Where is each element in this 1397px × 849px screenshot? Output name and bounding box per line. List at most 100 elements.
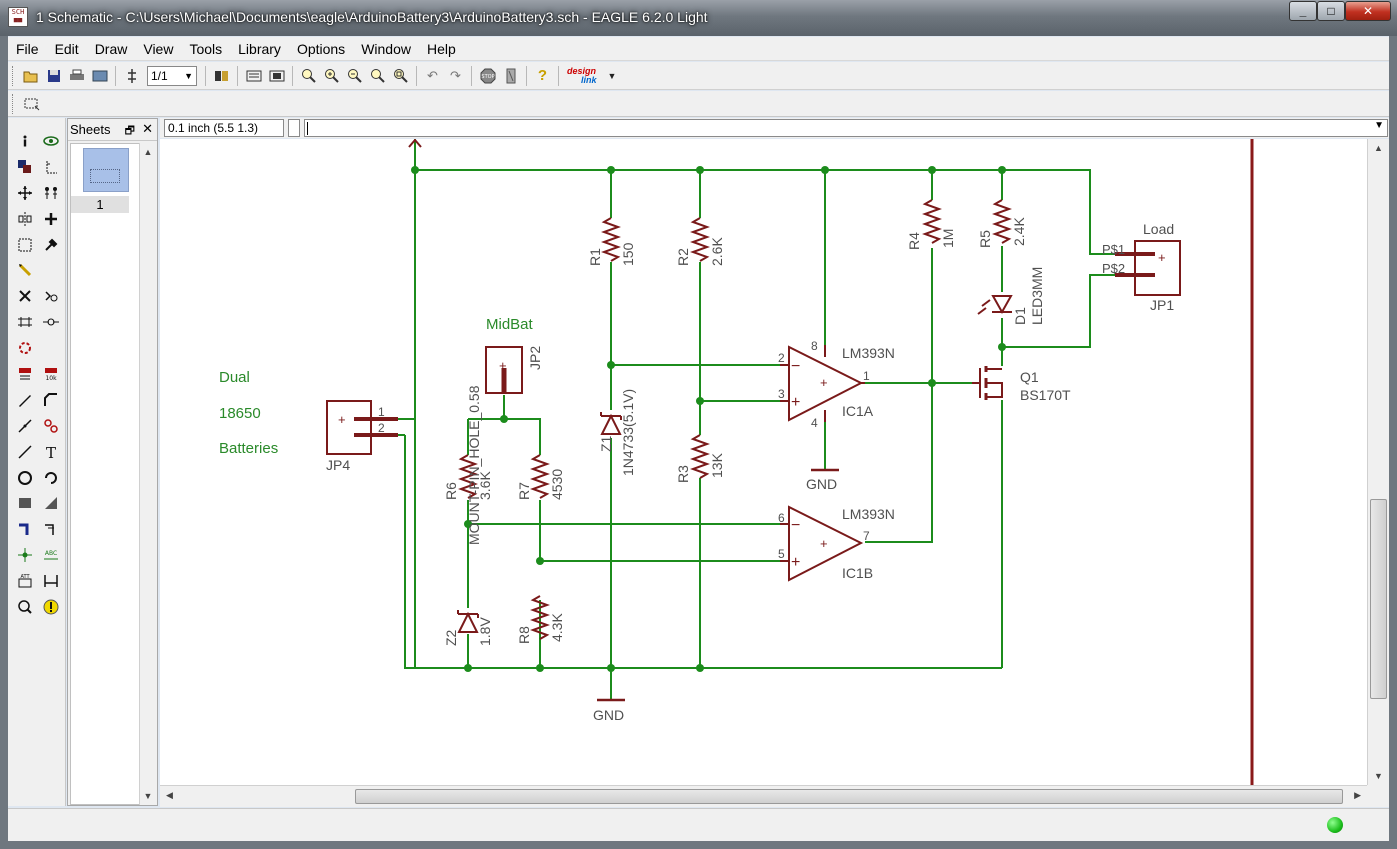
minimize-button[interactable]: _ (1289, 1, 1317, 21)
help-icon[interactable]: ? (532, 65, 554, 87)
text-icon[interactable]: T (38, 439, 64, 465)
value-icon[interactable]: 10k (38, 361, 64, 387)
wire-icon[interactable] (12, 439, 38, 465)
canvas-vertical-scrollbar[interactable]: ▲ ▼ (1367, 139, 1389, 785)
close-icon[interactable]: ✕ (142, 121, 153, 137)
go-icon[interactable] (500, 65, 522, 87)
sheets-scrollbar[interactable]: ▲ ▼ (139, 143, 156, 805)
chevron-down-icon[interactable]: ▼ (601, 65, 623, 87)
arc-icon[interactable] (38, 465, 64, 491)
layer-select-icon[interactable] (21, 93, 43, 115)
menu-window[interactable]: Window (353, 41, 419, 57)
stop-icon[interactable]: STOP (477, 65, 499, 87)
maximize-button[interactable]: □ (1317, 1, 1345, 21)
net-wire[interactable] (404, 435, 1002, 669)
mirror-icon[interactable] (12, 206, 38, 232)
scroll-right-icon[interactable]: ▶ (1354, 790, 1361, 801)
mark-icon[interactable] (38, 154, 64, 180)
menu-tools[interactable]: Tools (181, 41, 230, 57)
group-icon[interactable] (12, 232, 38, 258)
menu-help[interactable]: Help (419, 41, 464, 57)
redo-icon[interactable]: ↷ (445, 65, 467, 87)
smash-icon[interactable] (12, 387, 38, 413)
resistor-r4[interactable] (922, 199, 942, 244)
scroll-up-icon[interactable]: ▲ (1368, 143, 1389, 153)
show-icon[interactable] (38, 128, 64, 154)
move-icon[interactable] (12, 180, 38, 206)
undock-icon[interactable]: 🗗 (125, 122, 135, 141)
junction-icon[interactable] (12, 542, 38, 568)
name-icon[interactable] (12, 361, 38, 387)
replace-icon[interactable] (12, 335, 38, 361)
copy-icon[interactable] (38, 180, 64, 206)
resistor-r1[interactable] (601, 217, 621, 262)
polygon-icon[interactable] (38, 490, 64, 516)
mosfet-q1[interactable] (986, 368, 1003, 398)
led-d1[interactable] (991, 295, 1013, 315)
delete-icon[interactable] (12, 283, 38, 309)
rotate-icon[interactable] (38, 206, 64, 232)
change-icon[interactable] (38, 232, 64, 258)
invoke-icon[interactable] (38, 413, 64, 439)
scroll-down-icon[interactable]: ▼ (1368, 771, 1389, 781)
scroll-left-icon[interactable]: ◀ (166, 790, 173, 801)
resistor-r2[interactable] (690, 217, 710, 262)
menu-edit[interactable]: Edit (47, 41, 87, 57)
erc-icon[interactable] (12, 594, 38, 620)
title-bar[interactable]: SCH ■■ 1 Schematic - C:\Users\Michael\Doc… (0, 0, 1397, 36)
zener-z1[interactable] (600, 412, 622, 435)
horizontal-scroll-thumb[interactable] (355, 789, 1343, 804)
zoom-in-icon[interactable] (321, 65, 343, 87)
close-button[interactable]: ✕ (1345, 1, 1391, 21)
pinswap-icon[interactable] (12, 309, 38, 335)
add-icon[interactable] (38, 283, 64, 309)
zoom-fit-icon[interactable] (298, 65, 320, 87)
circle-icon[interactable] (12, 465, 38, 491)
miter-icon[interactable] (38, 387, 64, 413)
display-icon[interactable] (12, 154, 38, 180)
net-icon[interactable] (38, 516, 64, 542)
toolbar-grip[interactable] (12, 65, 15, 86)
menu-library[interactable]: Library (230, 41, 289, 57)
command-input[interactable]: ▼ (304, 119, 1388, 137)
gateswap-icon[interactable] (38, 309, 64, 335)
zoom-out-icon[interactable] (344, 65, 366, 87)
sheet-thumbnail[interactable] (83, 148, 129, 192)
errors-icon[interactable] (38, 594, 64, 620)
zener-z2[interactable] (457, 610, 479, 633)
zoom-select-icon[interactable] (390, 65, 412, 87)
script-icon[interactable] (243, 65, 265, 87)
scroll-down-icon[interactable]: ▼ (140, 791, 156, 801)
cam-icon[interactable] (89, 65, 111, 87)
paste-icon[interactable] (12, 257, 38, 283)
menu-file[interactable]: File (8, 41, 47, 57)
menu-draw[interactable]: Draw (87, 41, 136, 57)
net-wire[interactable] (415, 169, 1115, 255)
schematic-canvas[interactable]: R1 150 R2 2.6K R4 1M R5 2.4K D1 LED3MM Z… (160, 139, 1367, 785)
undo-icon[interactable]: ↶ (422, 65, 444, 87)
resistor-r3[interactable] (690, 434, 710, 479)
open-icon[interactable] (20, 65, 42, 87)
app-icon[interactable]: SCH ■■ (8, 7, 28, 27)
rect-icon[interactable] (12, 490, 38, 516)
sheet-select[interactable]: 1/1 ▼ (147, 65, 197, 86)
run-ulp-icon[interactable] (266, 65, 288, 87)
menu-view[interactable]: View (135, 41, 181, 57)
resistor-r7[interactable] (530, 454, 550, 499)
split-icon[interactable] (12, 413, 38, 439)
menu-options[interactable]: Options (289, 41, 353, 57)
board-switch-icon[interactable] (121, 65, 143, 87)
schematic-drawing[interactable]: R1 150 R2 2.6K R4 1M R5 2.4K D1 LED3MM Z… (160, 139, 1367, 785)
dimension-icon[interactable] (38, 568, 64, 594)
resistor-r5[interactable] (992, 199, 1012, 244)
toolbar-grip[interactable] (12, 94, 15, 114)
info-icon[interactable] (12, 128, 38, 154)
connector-jp4[interactable] (326, 400, 372, 455)
print-icon[interactable] (66, 65, 88, 87)
label-icon[interactable]: ABC (38, 542, 64, 568)
library-icon[interactable] (211, 65, 233, 87)
bus-icon[interactable] (12, 516, 38, 542)
net-wire[interactable] (610, 170, 780, 366)
redraw-icon[interactable] (367, 65, 389, 87)
canvas-horizontal-scrollbar[interactable]: ◀ ▶ (160, 785, 1367, 807)
